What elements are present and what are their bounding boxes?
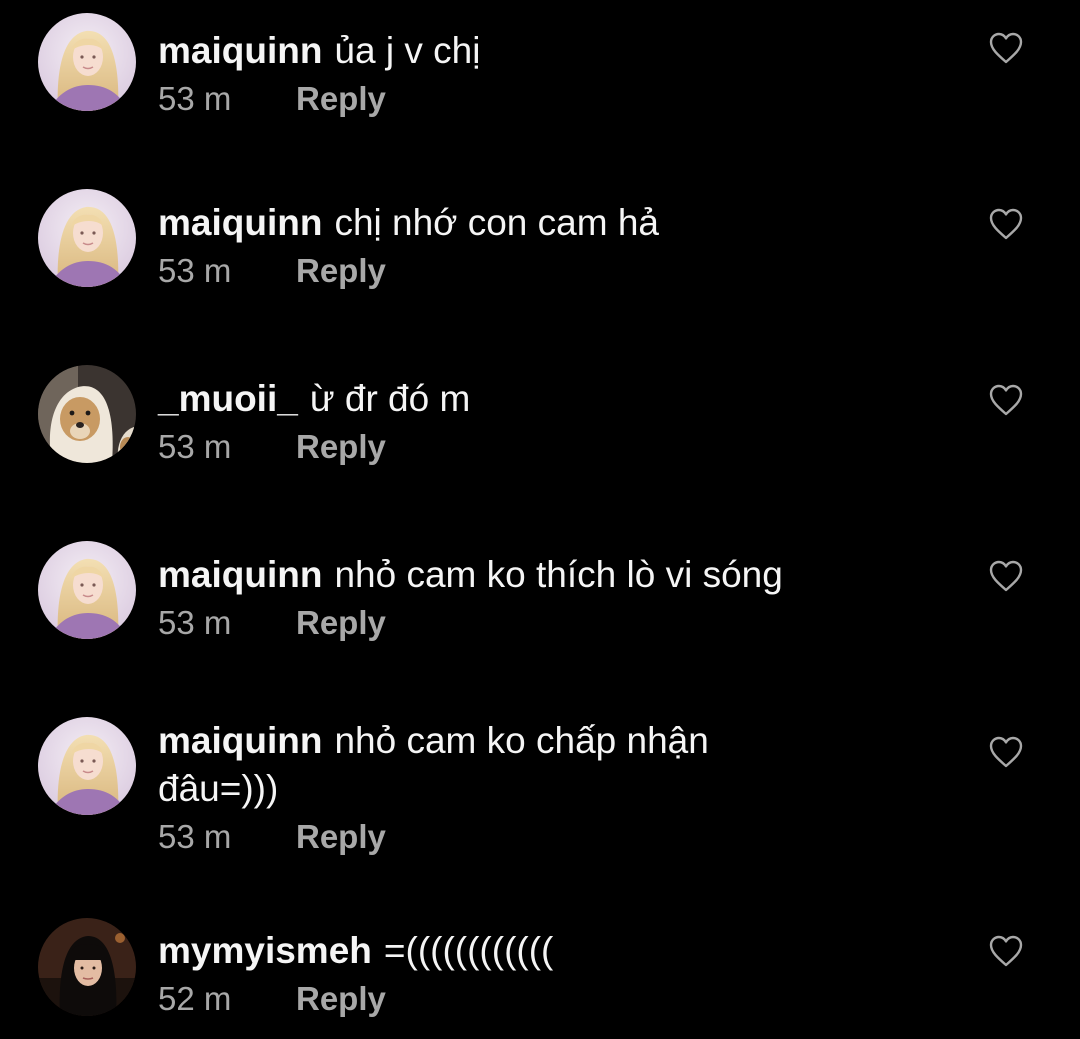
- comment-body: maiquinn nhỏ cam ko chấp nhận đâu=))) 53 …: [158, 717, 958, 857]
- reply-button[interactable]: Reply: [296, 980, 386, 1017]
- comment-body: maiquinn nhỏ cam ko thích lò vi sóng 53 m…: [158, 551, 958, 643]
- comment-timestamp: 53 m: [158, 252, 232, 289]
- heart-outline-icon: [988, 559, 1024, 593]
- reply-button[interactable]: Reply: [296, 252, 386, 289]
- dark-hair-girl-avatar-icon: [38, 918, 136, 1016]
- comment-text: ừ đr đó m: [309, 378, 471, 419]
- avatar[interactable]: [38, 541, 136, 639]
- blonde-girl-avatar-icon: [38, 13, 136, 111]
- heart-outline-icon: [988, 31, 1024, 65]
- comment-timestamp: 52 m: [158, 980, 232, 1017]
- blonde-girl-avatar-icon: [38, 189, 136, 287]
- reply-button[interactable]: Reply: [296, 818, 386, 855]
- heart-outline-icon: [988, 207, 1024, 241]
- comment-username[interactable]: maiquinn: [158, 720, 322, 761]
- comment-username[interactable]: maiquinn: [158, 30, 322, 71]
- reply-button[interactable]: Reply: [296, 80, 386, 117]
- comment-text: nhỏ cam ko chấp nhận: [334, 720, 709, 761]
- comment-timestamp: 53 m: [158, 428, 232, 465]
- comment-text: chị nhớ con cam hả: [334, 202, 659, 243]
- comment-text: ủa j v chị: [334, 30, 481, 71]
- like-button[interactable]: [988, 383, 1024, 417]
- comment-body: maiquinn ủa j v chị 53 m Reply: [158, 27, 958, 119]
- comment-username[interactable]: _muoii_: [158, 378, 298, 419]
- comment-text: =((((((((((((: [383, 930, 554, 971]
- avatar[interactable]: [38, 717, 136, 815]
- heart-outline-icon: [988, 735, 1024, 769]
- comment-username[interactable]: mymyismeh: [158, 930, 372, 971]
- avatar[interactable]: [38, 13, 136, 111]
- like-button[interactable]: [988, 735, 1024, 769]
- comment-username[interactable]: maiquinn: [158, 554, 322, 595]
- reply-button[interactable]: Reply: [296, 604, 386, 641]
- like-button[interactable]: [988, 934, 1024, 968]
- like-button[interactable]: [988, 31, 1024, 65]
- dog-avatar-icon: [38, 365, 136, 463]
- avatar[interactable]: [38, 365, 136, 463]
- avatar[interactable]: [38, 918, 136, 1016]
- like-button[interactable]: [988, 207, 1024, 241]
- comment-timestamp: 53 m: [158, 818, 232, 855]
- comment-username[interactable]: maiquinn: [158, 202, 322, 243]
- heart-outline-icon: [988, 383, 1024, 417]
- blonde-girl-avatar-icon: [38, 541, 136, 639]
- comment-body: mymyismeh =(((((((((((( 52 m Reply: [158, 927, 958, 1019]
- comment-body: _muoii_ ừ đr đó m 53 m Reply: [158, 375, 958, 467]
- heart-outline-icon: [988, 934, 1024, 968]
- comment-text-continuation: đâu=))): [158, 768, 279, 809]
- comment-timestamp: 53 m: [158, 604, 232, 641]
- blonde-girl-avatar-icon: [38, 717, 136, 815]
- like-button[interactable]: [988, 559, 1024, 593]
- comment-timestamp: 53 m: [158, 80, 232, 117]
- reply-button[interactable]: Reply: [296, 428, 386, 465]
- comment-body: maiquinn chị nhớ con cam hả 53 m Reply: [158, 199, 958, 291]
- comment-text: nhỏ cam ko thích lò vi sóng: [334, 554, 783, 595]
- avatar[interactable]: [38, 189, 136, 287]
